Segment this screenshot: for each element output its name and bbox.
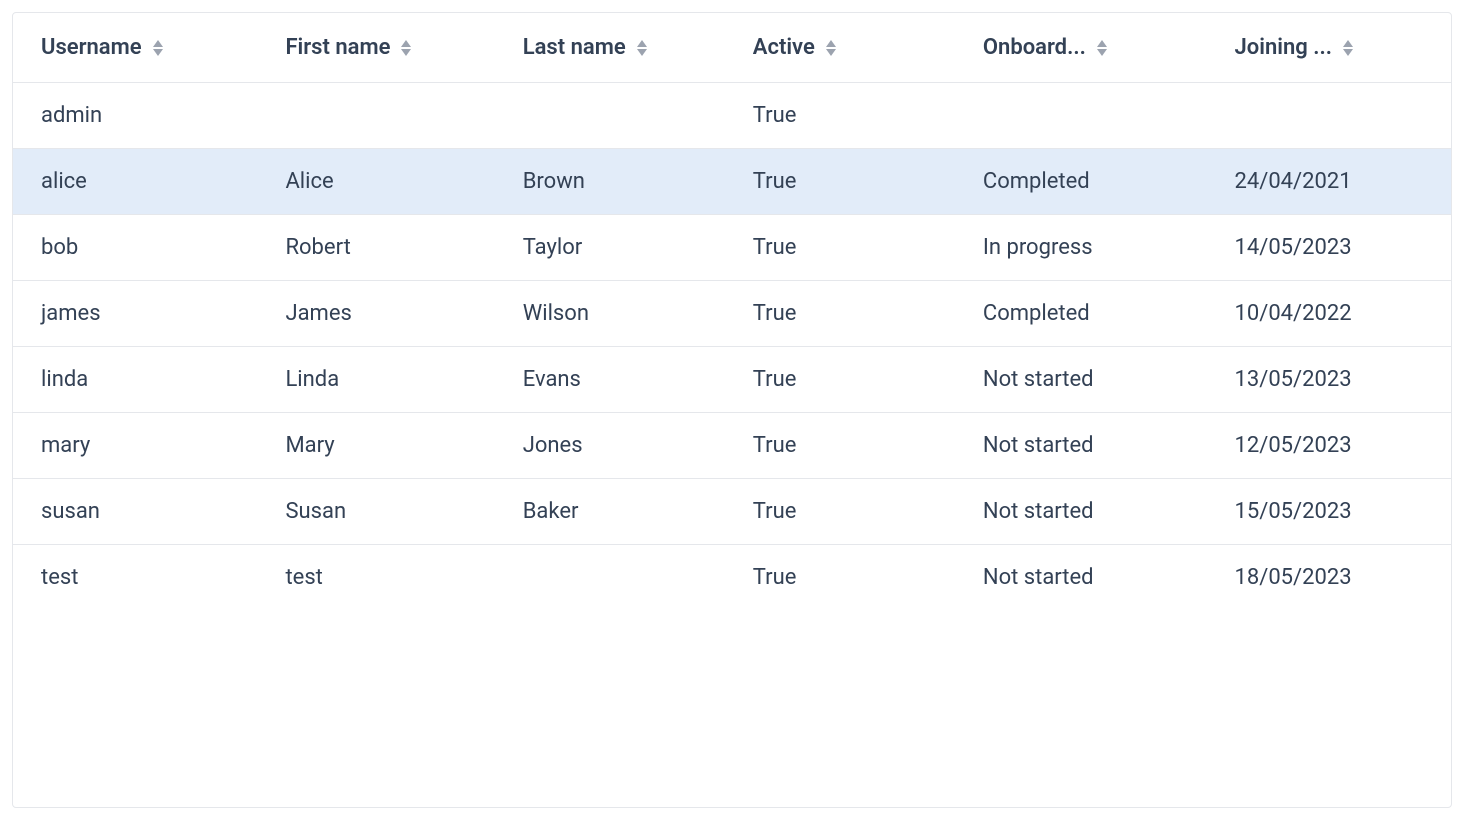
cell-lastname: Jones [495,413,725,479]
column-label: Active [753,35,815,60]
cell-firstname: Robert [257,215,494,281]
column-label: Last name [523,35,626,60]
sort-icon [825,40,837,56]
column-label: Onboard... [983,35,1086,60]
users-table-container: Username First name [12,12,1452,808]
table-row[interactable]: bobRobertTaylorTrueIn progress14/05/2023 [13,215,1451,281]
cell-username: susan [13,479,257,545]
table-header: Username First name [13,13,1451,83]
column-header-username[interactable]: Username [13,13,257,83]
cell-joining: 14/05/2023 [1207,215,1451,281]
cell-joining: 10/04/2022 [1207,281,1451,347]
column-header-lastname[interactable]: Last name [495,13,725,83]
table-header-row: Username First name [13,13,1451,83]
cell-username: test [13,545,257,611]
table-row[interactable]: maryMaryJonesTrueNot started12/05/2023 [13,413,1451,479]
column-label: Username [41,35,142,60]
cell-joining: 24/04/2021 [1207,149,1451,215]
cell-active: True [725,413,955,479]
column-header-onboard[interactable]: Onboard... [955,13,1207,83]
cell-joining: 15/05/2023 [1207,479,1451,545]
cell-username: mary [13,413,257,479]
cell-active: True [725,347,955,413]
table-row[interactable]: jamesJamesWilsonTrueCompleted10/04/2022 [13,281,1451,347]
cell-onboard [955,83,1207,149]
column-header-joining[interactable]: Joining ... [1207,13,1451,83]
cell-username: admin [13,83,257,149]
sort-icon [1096,40,1108,56]
cell-onboard: Completed [955,149,1207,215]
sort-icon [400,40,412,56]
cell-lastname: Wilson [495,281,725,347]
cell-onboard: Not started [955,413,1207,479]
cell-lastname: Evans [495,347,725,413]
cell-onboard: Completed [955,281,1207,347]
cell-firstname: test [257,545,494,611]
column-label: Joining ... [1235,35,1332,60]
cell-joining: 13/05/2023 [1207,347,1451,413]
cell-active: True [725,83,955,149]
cell-joining: 12/05/2023 [1207,413,1451,479]
table-row[interactable]: testtest TrueNot started18/05/2023 [13,545,1451,611]
column-header-firstname[interactable]: First name [257,13,494,83]
column-header-active[interactable]: Active [725,13,955,83]
cell-lastname [495,83,725,149]
cell-firstname: Susan [257,479,494,545]
cell-lastname: Taylor [495,215,725,281]
users-table: Username First name [13,13,1451,610]
table-row[interactable]: susanSusanBakerTrueNot started15/05/2023 [13,479,1451,545]
cell-active: True [725,281,955,347]
cell-onboard: In progress [955,215,1207,281]
cell-firstname [257,83,494,149]
table-row[interactable]: lindaLindaEvansTrueNot started13/05/2023 [13,347,1451,413]
table-row[interactable]: aliceAliceBrownTrueCompleted24/04/2021 [13,149,1451,215]
cell-joining: 18/05/2023 [1207,545,1451,611]
cell-firstname: Mary [257,413,494,479]
cell-lastname: Baker [495,479,725,545]
cell-firstname: Alice [257,149,494,215]
table-row[interactable]: admin True [13,83,1451,149]
cell-joining [1207,83,1451,149]
cell-active: True [725,545,955,611]
cell-lastname [495,545,725,611]
table-body: adminTruealiceAliceBrownTrueCompleted24/… [13,83,1451,611]
cell-onboard: Not started [955,545,1207,611]
cell-onboard: Not started [955,479,1207,545]
cell-firstname: Linda [257,347,494,413]
cell-username: bob [13,215,257,281]
cell-firstname: James [257,281,494,347]
cell-onboard: Not started [955,347,1207,413]
cell-username: linda [13,347,257,413]
column-label: First name [285,35,390,60]
sort-icon [636,40,648,56]
sort-icon [1342,40,1354,56]
cell-active: True [725,149,955,215]
cell-active: True [725,215,955,281]
cell-active: True [725,479,955,545]
cell-username: james [13,281,257,347]
sort-icon [152,40,164,56]
cell-lastname: Brown [495,149,725,215]
cell-username: alice [13,149,257,215]
